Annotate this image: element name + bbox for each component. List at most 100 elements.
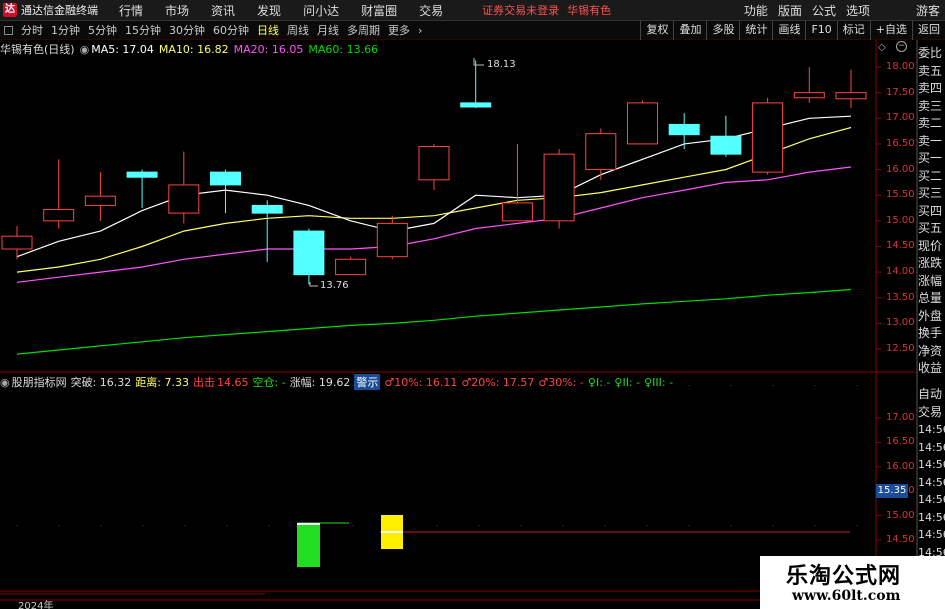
price-tick-label: 13.50 [886,291,915,303]
ma60-line [16,288,852,355]
chuji-value: 14.65 [217,375,249,389]
more-chevron-icon[interactable]: › [418,24,422,37]
quote-row-label: 收益 [918,361,943,375]
ma60-label: MA60: 13.66 [308,42,379,56]
ma10-label: MA10: 16.82 [158,42,229,56]
tool-f10[interactable]: F10 [805,21,836,40]
quote-row-label: 涨幅 [918,273,943,288]
panel-toggle-icon[interactable] [4,25,13,35]
menu-item-xuanxiang[interactable]: 选项 [846,2,870,19]
menu-item-zixun[interactable]: 资讯 [211,2,235,19]
guest-button[interactable]: 游客 [916,2,940,19]
menu-item-gongshi[interactable]: 公式 [812,2,836,19]
candle-body [501,202,533,222]
indicator-tick-label: 15.00 [886,509,915,521]
ma10-line [16,126,852,273]
period-monthly[interactable]: 月线 [317,22,339,38]
tool-fanhui[interactable]: 返回 [912,21,945,40]
candle-body [251,204,283,214]
tool-tongji[interactable]: 统计 [739,21,772,40]
period-60min[interactable]: 60分钟 [213,22,249,38]
quote-row-label: 委比 [918,46,943,60]
tool-huaxian[interactable]: 画线 [772,21,805,40]
quote-row-label: 买三 [918,186,943,200]
candle [251,200,283,262]
period-1min[interactable]: 1分钟 [51,22,80,38]
female3-value: ♀III: - [644,375,674,389]
app-logo-icon: 达 [3,3,17,17]
price-axis-ticks [876,66,881,350]
quote-row-label: 卖四 [918,81,943,95]
zhangfu-value: 涨幅: 19.62 [289,376,351,389]
watermark-url: www.60lt.com [792,588,901,604]
candle-body [335,258,367,276]
trade-row-label: 14:56 [918,510,945,524]
menu-right-group: 功能 版面 公式 选项 游客 [739,0,945,21]
candle-body [710,135,742,155]
period-toolbar: 分时 1分钟 5分钟 15分钟 30分钟 60分钟 日线 周线 月线 多周期 更… [0,21,945,40]
tupo-value: 突破: 16.32 [70,376,132,389]
diamond-icon[interactable]: ◇ [878,42,886,53]
ma20-label: MA20: 16.05 [233,42,304,56]
price-tick-label: 17.50 [886,86,915,98]
gain10-value: ♂10%: 16.11 [384,375,458,389]
candle [376,215,408,260]
candle [293,228,325,285]
price-tick-label: 14.50 [886,240,915,252]
price-tick-label: 16.50 [886,137,915,149]
price-tick-label: 12.50 [886,343,915,354]
tool-biaoji[interactable]: 标记 [836,21,870,40]
price-tick-label: 17.00 [886,112,915,124]
tool-diejia[interactable]: 叠加 [673,21,706,40]
gain30-value: ♂30%: - [538,375,584,389]
menu-item-faxian[interactable]: 发现 [257,2,281,19]
indicator-tick-label: 17.00 [886,412,915,423]
trade-row-label: 14:56 [918,458,945,471]
ma20-line [16,166,852,283]
period-30min[interactable]: 30分钟 [169,22,205,38]
settings-icon[interactable]: ◉ [80,43,90,56]
candle-body [210,171,241,186]
period-fenshi[interactable]: 分时 [21,22,43,38]
tool-zixuan[interactable]: +自选 [869,21,912,40]
menu-item-shichang[interactable]: 市场 [165,2,189,19]
ma5-line [16,115,852,258]
candle [793,67,825,103]
trade-row-label[interactable]: 自动 [918,386,945,404]
quote-row-label: 卖二 [918,116,943,130]
indicator-settings-icon[interactable]: ◉ [0,376,10,389]
candle [43,159,75,229]
price-tick-label: 15.50 [886,189,915,201]
candle [84,172,116,221]
menu-item-hangqing[interactable]: 行情 [119,2,143,19]
ma5-label: MA5: 17.04 [91,42,154,56]
menu-item-wenxiaoda[interactable]: 问小达 [303,2,339,19]
panel-frames [0,40,918,609]
period-5min[interactable]: 5分钟 [88,22,117,38]
tool-fuquan[interactable]: 复权 [640,21,673,40]
minus-circle-icon[interactable]: − [896,41,907,52]
tool-duogu[interactable]: 多股 [706,21,739,40]
price-tick-label: 14.00 [886,266,915,278]
candle [627,100,658,145]
juli-value: 距离: 7.33 [135,376,190,389]
login-notice[interactable]: 证券交易未登录 [482,2,559,18]
period-multi[interactable]: 多周期 [347,22,380,38]
period-15min[interactable]: 15分钟 [125,22,161,38]
trade-row-label: 14:56 [918,493,945,506]
period-daily[interactable]: 日线 [257,22,279,38]
candle [585,128,617,180]
indicator-name[interactable]: 股朋指标网 [12,374,67,390]
price-tick-label: 16.00 [886,163,915,175]
menu-item-banmian[interactable]: 版面 [778,2,802,19]
menu-item-jiaoyi[interactable]: 交易 [419,2,443,19]
quote-row-label: 总量 [918,291,943,305]
menu-item-caifuquan[interactable]: 财富圈 [361,2,397,19]
candlesticks [1,60,867,285]
kline-chart[interactable] [0,0,945,609]
menu-item-gongneng[interactable]: 功能 [744,2,768,19]
period-weekly[interactable]: 周线 [287,22,309,38]
indicator-value-marker: 15.35 [876,484,908,498]
period-more[interactable]: 更多 [388,22,410,38]
trade-row-label[interactable]: 交易 [918,404,945,422]
